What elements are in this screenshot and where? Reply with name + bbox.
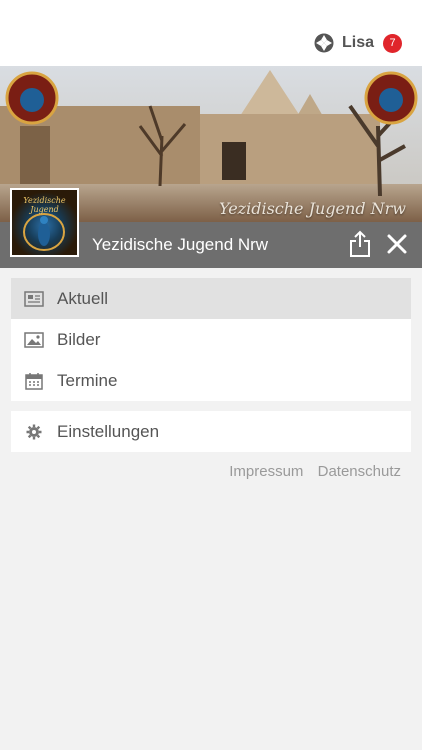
- datenschutz-link[interactable]: Datenschutz: [318, 463, 401, 480]
- main-menu: Aktuell Bilder Termine: [11, 278, 411, 401]
- menu-label: Bilder: [57, 329, 101, 349]
- thumbnail-text: Yezidische Jugend: [23, 196, 66, 214]
- menu-item-termine[interactable]: Termine: [11, 360, 411, 401]
- footer-links: Impressum Datenschutz: [219, 463, 401, 480]
- settings-menu: Einstellungen: [11, 411, 411, 452]
- menu-item-einstellungen[interactable]: Einstellungen: [11, 411, 411, 452]
- banner-caption: Yezidische Jugend Nrw: [219, 199, 406, 218]
- menu-item-bilder[interactable]: Bilder: [11, 319, 411, 360]
- close-icon[interactable]: [386, 233, 408, 255]
- menu-label: Aktuell: [57, 288, 109, 308]
- notification-badge[interactable]: 7: [383, 33, 402, 53]
- image-icon: [24, 331, 44, 349]
- page-title: Yezidische Jugend Nrw: [92, 235, 269, 254]
- menu-item-aktuell[interactable]: Aktuell: [11, 278, 411, 319]
- impressum-link[interactable]: Impressum: [229, 463, 303, 480]
- user-menu[interactable]: Lisa 7: [314, 33, 402, 53]
- calendar-icon: [24, 372, 44, 390]
- logo-icon: [314, 33, 334, 53]
- gear-icon: [24, 423, 44, 441]
- top-bar: Lisa 7: [0, 0, 422, 66]
- user-name[interactable]: Lisa: [342, 34, 374, 52]
- menu-label: Termine: [57, 370, 118, 390]
- menu-label: Einstellungen: [57, 421, 160, 441]
- share-icon[interactable]: [348, 230, 372, 258]
- news-icon: [24, 290, 44, 308]
- page-thumbnail: Yezidische Jugend: [10, 188, 79, 257]
